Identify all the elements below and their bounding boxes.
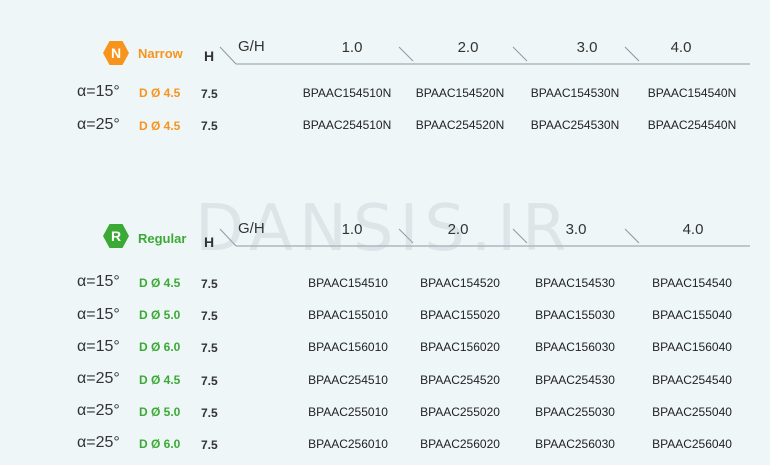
- regular-code-cell: BPAAC155040: [652, 308, 732, 322]
- narrow-gh-header: G/H: [238, 38, 265, 55]
- narrow-code-cell: BPAAC254520N: [415, 118, 505, 132]
- narrow-row-h: 7.5: [201, 119, 218, 133]
- regular-code-cell: BPAAC155010: [308, 308, 388, 322]
- regular-row-diameter: D Ø 6.0: [139, 340, 181, 354]
- regular-code-cell: BPAAC156020: [420, 340, 500, 354]
- narrow-code-cell: BPAAC254540N: [647, 118, 737, 132]
- regular-row-alpha: α=15°: [77, 306, 120, 323]
- narrow-h-header: H: [204, 48, 215, 64]
- regular-code-cell: BPAAC254540: [652, 373, 732, 387]
- narrow-row-alpha: α=25°: [77, 116, 120, 133]
- regular-code-cell: BPAAC155030: [535, 308, 615, 322]
- regular-code-cell: BPAAC255020: [420, 405, 500, 419]
- regular-row-h: 7.5: [201, 277, 218, 291]
- regular-row-alpha: α=25°: [77, 370, 120, 387]
- regular-code-cell: BPAAC254510: [308, 373, 388, 387]
- regular-code-cell: BPAAC256020: [420, 437, 500, 451]
- narrow-col-2: 2.0: [457, 39, 479, 56]
- narrow-col-4: 4.0: [670, 39, 692, 56]
- regular-code-cell: BPAAC155020: [420, 308, 500, 322]
- narrow-row-h: 7.5: [201, 87, 218, 101]
- regular-row-h: 7.5: [201, 309, 218, 323]
- regular-code-cell: BPAAC256010: [308, 437, 388, 451]
- narrow-col-3: 3.0: [576, 39, 598, 56]
- regular-code-cell: BPAAC156030: [535, 340, 615, 354]
- regular-gh-header: G/H: [238, 220, 265, 237]
- regular-code-cell: BPAAC156010: [308, 340, 388, 354]
- narrow-row-alpha: α=15°: [77, 83, 120, 100]
- narrow-label: Narrow: [138, 46, 183, 61]
- regular-row-diameter: D Ø 6.0: [139, 437, 181, 451]
- regular-code-cell: BPAAC156040: [652, 340, 732, 354]
- narrow-row-diameter: D Ø 4.5: [139, 86, 181, 100]
- narrow-code-cell: BPAAC154520N: [415, 86, 505, 100]
- regular-col-1: 1.0: [341, 221, 363, 238]
- regular-col-4: 4.0: [682, 221, 704, 238]
- regular-row-alpha: α=25°: [77, 402, 120, 419]
- narrow-row-diameter: D Ø 4.5: [139, 119, 181, 133]
- regular-h-header: H: [204, 234, 215, 250]
- regular-row-alpha: α=15°: [77, 273, 120, 290]
- regular-code-cell: BPAAC256040: [652, 437, 732, 451]
- regular-row-alpha: α=25°: [77, 434, 120, 451]
- regular-row-alpha: α=15°: [77, 338, 120, 355]
- regular-code-cell: BPAAC154520: [420, 276, 500, 290]
- regular-col-2: 2.0: [447, 221, 469, 238]
- regular-row-diameter: D Ø 5.0: [139, 308, 181, 322]
- regular-code-cell: BPAAC254520: [420, 373, 500, 387]
- regular-code-cell: BPAAC256030: [535, 437, 615, 451]
- regular-row-diameter: D Ø 4.5: [139, 373, 181, 387]
- regular-row-h: 7.5: [201, 374, 218, 388]
- regular-col-3: 3.0: [565, 221, 587, 238]
- regular-code-cell: BPAAC154510: [308, 276, 388, 290]
- narrow-code-cell: BPAAC254530N: [530, 118, 620, 132]
- regular-row-h: 7.5: [201, 438, 218, 452]
- regular-code-cell: BPAAC254530: [535, 373, 615, 387]
- regular-code-cell: BPAAC255040: [652, 405, 732, 419]
- regular-code-cell: BPAAC255030: [535, 405, 615, 419]
- regular-code-cell: BPAAC255010: [308, 405, 388, 419]
- narrow-code-cell: BPAAC154510N: [302, 86, 392, 100]
- narrow-col-1: 1.0: [341, 39, 363, 56]
- narrow-code-cell: BPAAC154540N: [647, 86, 737, 100]
- regular-row-diameter: D Ø 4.5: [139, 276, 181, 290]
- narrow-code-cell: BPAAC154530N: [530, 86, 620, 100]
- regular-row-h: 7.5: [201, 341, 218, 355]
- regular-row-h: 7.5: [201, 406, 218, 420]
- regular-code-cell: BPAAC154540: [652, 276, 732, 290]
- regular-row-diameter: D Ø 5.0: [139, 405, 181, 419]
- regular-code-cell: BPAAC154530: [535, 276, 615, 290]
- narrow-code-cell: BPAAC254510N: [302, 118, 392, 132]
- regular-label: Regular: [138, 231, 187, 246]
